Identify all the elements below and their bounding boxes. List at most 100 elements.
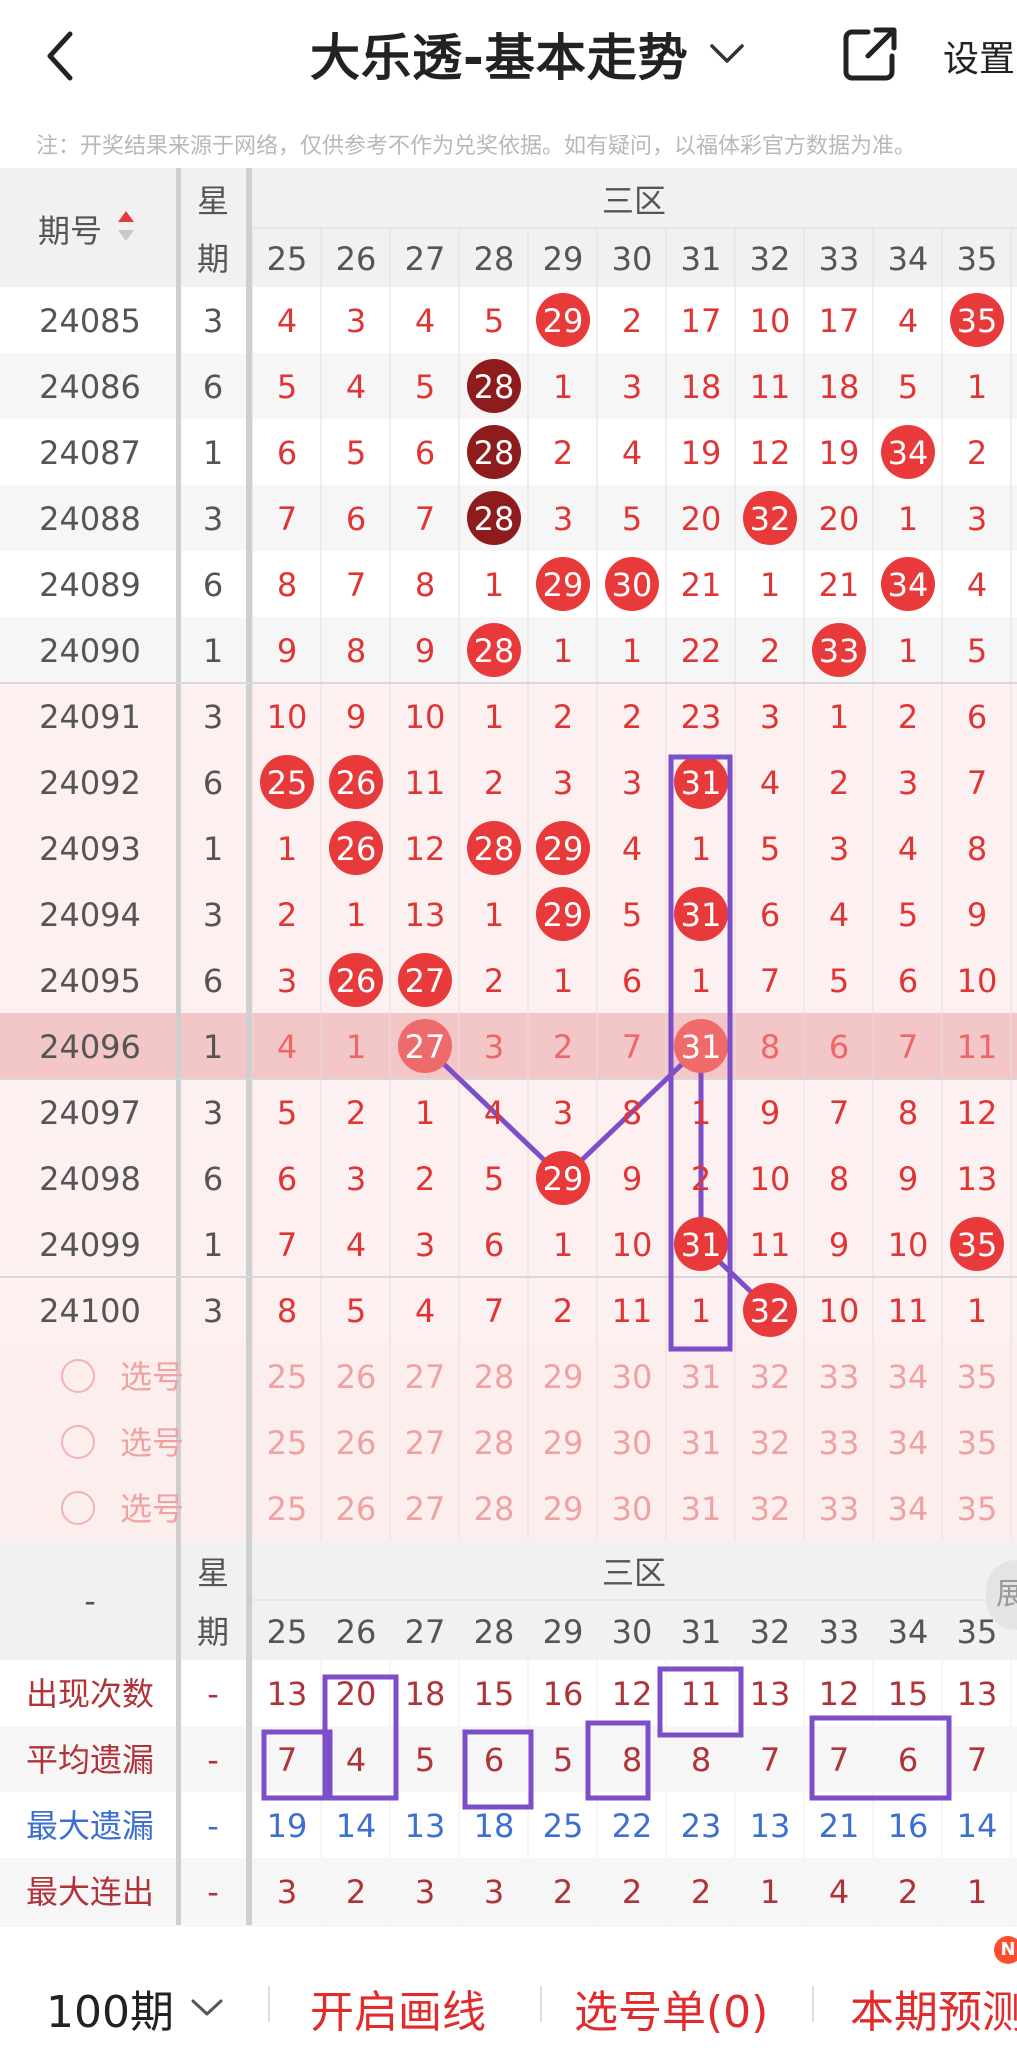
- stat-value: 3: [277, 1873, 297, 1911]
- miss-count: 8: [346, 632, 366, 670]
- miss-count: 6: [967, 698, 987, 736]
- issue-number: 24089: [39, 566, 141, 604]
- period-selector[interactable]: 100期: [46, 1976, 224, 2040]
- select-number: 30: [612, 1490, 653, 1528]
- hit-ball-number: 32: [750, 1292, 791, 1330]
- new-badge: N: [994, 1936, 1017, 1964]
- select-number: 32: [750, 1424, 791, 1462]
- hit-ball-number: 28: [474, 500, 515, 538]
- miss-count: 11: [405, 764, 446, 802]
- miss-count: 1: [553, 632, 573, 670]
- miss-count: 9: [898, 1160, 918, 1198]
- miss-count: 1: [829, 698, 849, 736]
- issue-number: 24087: [39, 434, 141, 472]
- column-header-32: 32: [750, 1613, 791, 1651]
- pick-list-button[interactable]: 选号单(0): [574, 1976, 768, 2040]
- week-header-bottom: 期: [197, 1613, 229, 1651]
- stat-value: 5: [553, 1741, 573, 1779]
- stat-value: 13: [750, 1675, 791, 1713]
- trend-table: 期号星期三区25 26 27 28 29 30 31 32 33 34 3524085 3 4 3 4 5 29…: [0, 168, 1017, 1925]
- stat-value: 13: [405, 1807, 446, 1845]
- miss-count: 1: [760, 566, 780, 604]
- miss-count: 1: [967, 368, 987, 406]
- miss-count: 20: [819, 500, 860, 538]
- predict-button[interactable]: 本期预测: [850, 1976, 1017, 2040]
- issue-number: 24091: [39, 698, 141, 736]
- column-header-35: 35: [957, 1613, 998, 1651]
- miss-count: 5: [277, 368, 297, 406]
- stat-value: 7: [760, 1741, 780, 1779]
- issue-number: 24099: [39, 1226, 141, 1264]
- column-header-31: 31: [681, 240, 722, 278]
- stat-value: 4: [346, 1741, 366, 1779]
- miss-count: 2: [967, 434, 987, 472]
- hit-ball-number: 27: [405, 962, 446, 1000]
- column-header-30: 30: [612, 240, 653, 278]
- select-number: 32: [750, 1358, 791, 1396]
- column-header-35: 35: [957, 240, 998, 278]
- issue-number: 24095: [39, 962, 141, 1000]
- miss-count: 4: [898, 830, 918, 868]
- miss-count: 2: [484, 962, 504, 1000]
- select-number: 33: [819, 1490, 860, 1528]
- hit-ball-number: 25: [267, 764, 308, 802]
- column-header-25: 25: [267, 240, 308, 278]
- miss-count: 1: [346, 896, 366, 934]
- stat-value: 16: [888, 1807, 929, 1845]
- issue-number: 24096: [39, 1028, 141, 1066]
- miss-count: 5: [967, 632, 987, 670]
- miss-count: 2: [553, 698, 573, 736]
- column-header-28: 28: [474, 1613, 515, 1651]
- column-header-27: 27: [405, 1613, 446, 1651]
- stat-dash: -: [207, 1807, 219, 1845]
- miss-count: 4: [277, 1028, 297, 1066]
- weekday-value: 6: [203, 368, 223, 406]
- draw-lines-button[interactable]: 开启画线: [310, 1976, 486, 2040]
- stat-value: 18: [474, 1807, 515, 1845]
- column-separator: [246, 1660, 252, 1925]
- miss-count: 8: [277, 566, 297, 604]
- hit-ball-number: 31: [681, 764, 722, 802]
- stat-value: 2: [898, 1873, 918, 1911]
- stat-value: 14: [957, 1807, 998, 1845]
- hit-ball-number: 29: [543, 566, 584, 604]
- miss-count: 7: [760, 962, 780, 1000]
- miss-count: 4: [277, 302, 297, 340]
- miss-count: 7: [622, 1028, 642, 1066]
- issue-number: 24088: [39, 500, 141, 538]
- stat-value: 6: [898, 1741, 918, 1779]
- toolbar-divider: [812, 1986, 814, 2022]
- miss-count: 6: [346, 500, 366, 538]
- column-header-29: 29: [543, 240, 584, 278]
- miss-count: 2: [691, 1160, 711, 1198]
- select-number: 31: [681, 1358, 722, 1396]
- miss-count: 1: [484, 896, 504, 934]
- select-label: 选号: [120, 1358, 184, 1396]
- miss-count: 3: [622, 368, 642, 406]
- column-separator: [246, 168, 252, 1540]
- select-number: 29: [543, 1490, 584, 1528]
- select-number: 25: [267, 1424, 308, 1462]
- miss-count: 5: [277, 1094, 297, 1132]
- miss-count: 4: [484, 1094, 504, 1132]
- issue-number: 24093: [39, 830, 141, 868]
- column-header-27: 27: [405, 240, 446, 278]
- stat-value: 15: [474, 1675, 515, 1713]
- week-header-top: 星: [197, 1554, 229, 1592]
- week-header-top: 星: [197, 182, 229, 220]
- miss-count: 3: [484, 1028, 504, 1066]
- column-header-26: 26: [336, 240, 377, 278]
- miss-count: 4: [829, 896, 849, 934]
- select-number: 28: [474, 1358, 515, 1396]
- miss-count: 5: [760, 830, 780, 868]
- miss-count: 20: [681, 500, 722, 538]
- miss-count: 4: [967, 566, 987, 604]
- stat-value: 1: [760, 1873, 780, 1911]
- column-header-34: 34: [888, 240, 929, 278]
- miss-count: 2: [622, 698, 642, 736]
- zone-label: 三区: [602, 182, 666, 220]
- miss-count: 3: [967, 500, 987, 538]
- hit-ball-number: 32: [750, 500, 791, 538]
- miss-count: 10: [888, 1226, 929, 1264]
- select-number: 35: [957, 1358, 998, 1396]
